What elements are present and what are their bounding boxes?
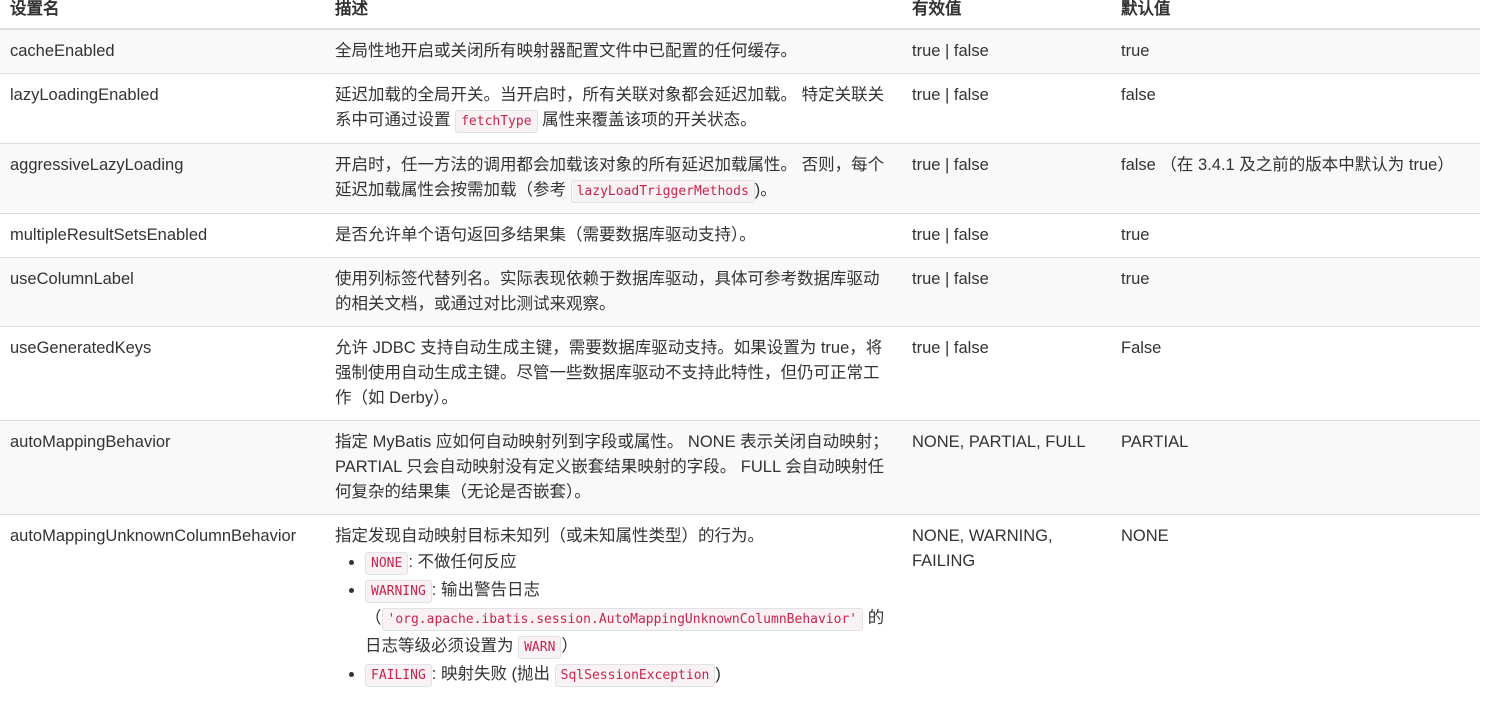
table-row: lazyLoadingEnabled 延迟加载的全局开关。当开启时，所有关联对象都… xyxy=(0,73,1480,144)
default-value: NONE xyxy=(1121,527,1169,545)
header-setting-name: 设置名 xyxy=(10,0,60,18)
settings-table: 设置名 描述 有效值 默认值 cacheEnabled 全局性地开启或关闭所有映射… xyxy=(0,0,1480,698)
header-valid-values: 有效值 xyxy=(912,0,962,18)
valid-values: true | false xyxy=(912,339,989,357)
description-text: 使用列标签代替列名。实际表现依赖于数据库驱动，具体可参考数据库驱动的相关文档，或… xyxy=(335,270,880,313)
setting-description: 是否允许单个语句返回多结果集（需要数据库驱动支持）。 xyxy=(325,214,902,258)
description-text: : 映射失败 (抛出 xyxy=(431,665,555,683)
table-row: cacheEnabled 全局性地开启或关闭所有映射器配置文件中已配置的任何缓存。… xyxy=(0,29,1480,74)
table-row: aggressiveLazyLoading 开启时，任一方法的调用都会加载该对象的… xyxy=(0,143,1480,214)
valid-values: true | false xyxy=(912,86,989,104)
setting-name: lazyLoadingEnabled xyxy=(10,86,159,104)
table-row: multipleResultSetsEnabled 是否允许单个语句返回多结果集（… xyxy=(0,213,1480,258)
setting-description: 全局性地开启或关闭所有映射器配置文件中已配置的任何缓存。 xyxy=(325,29,902,74)
default-value: PARTIAL xyxy=(1121,433,1189,451)
description-text: 允许 JDBC 支持自动生成主键，需要数据库驱动支持。如果设置为 true，将强… xyxy=(335,339,883,407)
inline-code: WARN xyxy=(518,636,562,659)
default-value: false xyxy=(1121,86,1156,104)
inline-code: SqlSessionException xyxy=(554,664,716,687)
setting-description: 使用列标签代替列名。实际表现依赖于数据库驱动，具体可参考数据库驱动的相关文档，或… xyxy=(325,258,902,327)
table-row: autoMappingBehavior 指定 MyBatis 应如何自动映射列到字… xyxy=(0,420,1480,515)
inline-code: WARNING xyxy=(365,580,432,603)
list-item: FAILING: 映射失败 (抛出 SqlSessionException) xyxy=(365,661,893,689)
description-text: ) xyxy=(715,665,721,683)
valid-values: true | false xyxy=(912,226,989,244)
default-value: true xyxy=(1121,42,1150,60)
setting-name: aggressiveLazyLoading xyxy=(10,156,184,174)
behavior-list: NONE: 不做任何反应WARNING: 输出警告日志（'org.apache.… xyxy=(335,549,893,689)
valid-values: true | false xyxy=(912,156,989,174)
description-text: : 不做任何反应 xyxy=(408,553,517,571)
valid-values: NONE, WARNING, FAILING xyxy=(912,527,1053,570)
description-text: 全局性地开启或关闭所有映射器配置文件中已配置的任何缓存。 xyxy=(335,42,797,60)
table-row: autoMappingUnknownColumnBehavior 指定发现自动映射… xyxy=(0,514,1480,699)
description-text: ） xyxy=(561,637,578,655)
list-item: WARNING: 输出警告日志（'org.apache.ibatis.sessi… xyxy=(365,577,893,661)
setting-description: 指定 MyBatis 应如何自动映射列到字段或属性。 NONE 表示关闭自动映射… xyxy=(325,421,902,515)
table-row: useColumnLabel 使用列标签代替列名。实际表现依赖于数据库驱动，具体可… xyxy=(0,257,1480,327)
inline-code: NONE xyxy=(365,552,409,575)
setting-name: useGeneratedKeys xyxy=(10,339,152,357)
inline-code: lazyLoadTriggerMethods xyxy=(570,180,755,203)
inline-code: FAILING xyxy=(365,664,432,687)
description-text: 指定发现自动映射目标未知列（或未知属性类型）的行为。 xyxy=(335,527,764,545)
header-description: 描述 xyxy=(335,0,368,18)
setting-name: autoMappingBehavior xyxy=(10,433,171,451)
description-text: 是否允许单个语句返回多结果集（需要数据库驱动支持）。 xyxy=(335,226,756,244)
default-value: true xyxy=(1121,226,1150,244)
setting-description: 开启时，任一方法的调用都会加载该对象的所有延迟加载属性。 否则，每个延迟加载属性… xyxy=(325,144,902,214)
valid-values: true | false xyxy=(912,270,989,288)
setting-description: 允许 JDBC 支持自动生成主键，需要数据库驱动支持。如果设置为 true，将强… xyxy=(325,327,902,421)
setting-name: useColumnLabel xyxy=(10,270,134,288)
setting-name: cacheEnabled xyxy=(10,42,115,60)
setting-description: 指定发现自动映射目标未知列（或未知属性类型）的行为。NONE: 不做任何反应WA… xyxy=(325,515,902,699)
setting-name: multipleResultSetsEnabled xyxy=(10,226,208,244)
header-default-value: 默认值 xyxy=(1121,0,1171,18)
description-text: 属性来覆盖该项的开关状态。 xyxy=(537,111,757,129)
default-value: False xyxy=(1121,339,1162,357)
inline-code: 'org.apache.ibatis.session.AutoMappingUn… xyxy=(381,608,864,631)
setting-name: autoMappingUnknownColumnBehavior xyxy=(10,527,297,545)
setting-description: 延迟加载的全局开关。当开启时，所有关联对象都会延迟加载。 特定关联关系中可通过设… xyxy=(325,74,902,144)
default-value: true xyxy=(1121,270,1150,288)
valid-values: true | false xyxy=(912,42,989,60)
list-item: NONE: 不做任何反应 xyxy=(365,549,893,577)
table-header-row: 设置名 描述 有效值 默认值 xyxy=(0,0,1480,29)
description-text: )。 xyxy=(754,181,777,199)
table-row: useGeneratedKeys 允许 JDBC 支持自动生成主键，需要数据库驱动… xyxy=(0,326,1480,421)
valid-values: NONE, PARTIAL, FULL xyxy=(912,433,1086,451)
description-text: 指定 MyBatis 应如何自动映射列到字段或属性。 NONE 表示关闭自动映射… xyxy=(335,433,889,501)
inline-code: fetchType xyxy=(455,110,538,133)
default-value: false （在 3.4.1 及之前的版本中默认为 true） xyxy=(1121,156,1454,174)
